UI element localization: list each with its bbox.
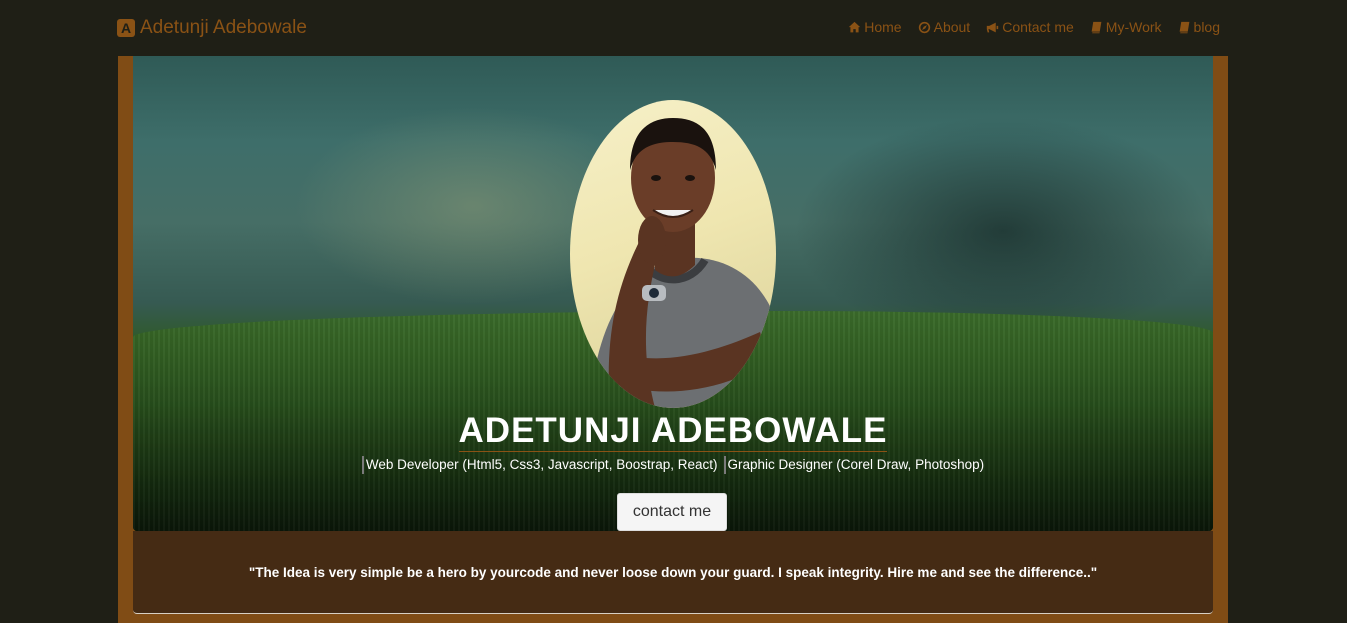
nav-my-work[interactable]: My-Work	[1090, 19, 1162, 35]
roles-list: Web Developer (Html5, Css3, Javascript, …	[133, 456, 1213, 474]
nav-blog[interactable]: blog	[1178, 19, 1220, 35]
bullhorn-icon	[987, 22, 999, 32]
nav-home[interactable]: Home	[848, 19, 902, 35]
nav-links: Home About Contact me My-Work blog	[848, 19, 1220, 35]
nav-my-work-label: My-Work	[1105, 19, 1162, 35]
contact-me-button[interactable]: contact me	[617, 493, 727, 531]
profile-photo	[570, 100, 776, 408]
navbar: A Adetunji Adebowale Home About Contact …	[0, 0, 1347, 56]
role-web-developer: Web Developer (Html5, Css3, Javascript, …	[361, 456, 718, 474]
nav-home-label: Home	[864, 19, 902, 35]
brand-link[interactable]: A Adetunji Adebowale	[117, 16, 307, 40]
hero-name-wrap: ADETUNJI ADEBOWALE	[133, 411, 1213, 452]
brand-logo-icon: A	[117, 19, 135, 37]
role-graphic-designer: Graphic Designer (Corel Draw, Photoshop)	[723, 456, 984, 474]
hero-section: ADETUNJI ADEBOWALE Web Developer (Html5,…	[133, 56, 1213, 531]
quote-section: "The Idea is very simple be a hero by yo…	[133, 531, 1213, 614]
nav-blog-label: blog	[1193, 19, 1220, 35]
book-icon	[1091, 21, 1102, 33]
compass-icon	[918, 21, 930, 33]
hero-name: ADETUNJI ADEBOWALE	[458, 411, 888, 452]
book-icon	[1179, 21, 1189, 33]
nav-about[interactable]: About	[918, 19, 971, 35]
nav-about-label: About	[933, 19, 971, 35]
nav-contact[interactable]: Contact me	[986, 19, 1074, 35]
nav-contact-label: Contact me	[1002, 19, 1074, 35]
brand-name: Adetunji Adebowale	[140, 17, 307, 38]
quote-text: "The Idea is very simple be a hero by yo…	[248, 565, 1098, 580]
home-icon	[849, 21, 861, 32]
